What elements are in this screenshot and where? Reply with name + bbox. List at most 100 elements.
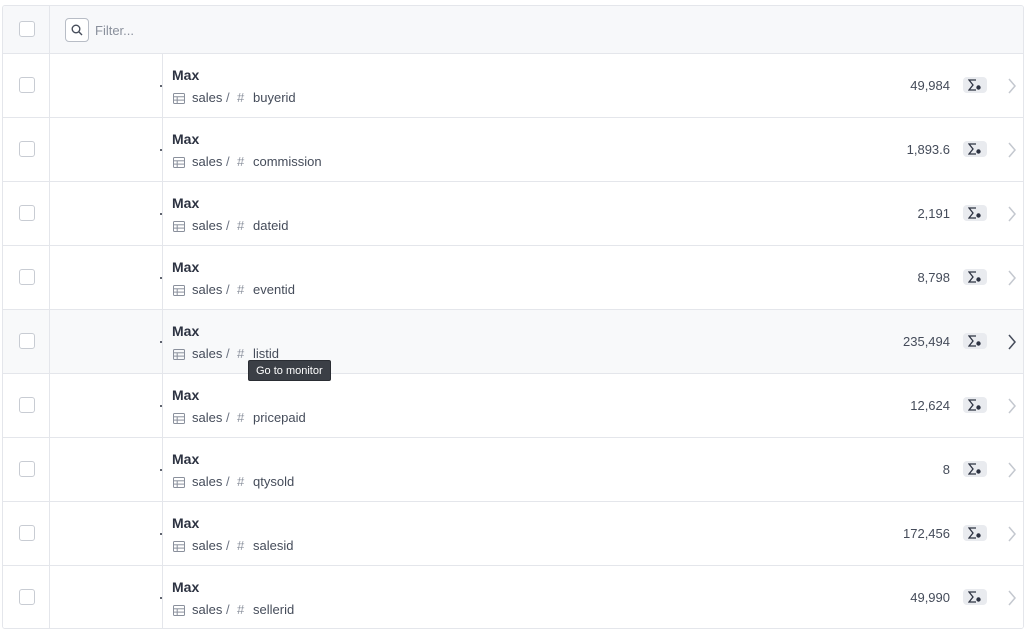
table-row[interactable]: Max sales / # listid 235,494 Go to monit…: [3, 310, 1023, 381]
row-checkbox[interactable]: [19, 333, 35, 349]
column-name: salesid: [253, 538, 294, 553]
metric-value: 235,494: [903, 334, 950, 349]
row-select-cell: [3, 502, 50, 565]
chevron-right-icon[interactable]: [1007, 462, 1017, 483]
metric-title: Max: [172, 195, 200, 211]
table-icon: [173, 540, 185, 555]
metric-title: Max: [172, 387, 200, 403]
table-name: sales: [192, 90, 223, 105]
table-row[interactable]: Max sales / # dateid 2,191: [3, 182, 1023, 246]
filter-input[interactable]: [95, 18, 395, 42]
row-checkbox[interactable]: [19, 397, 35, 413]
chevron-right-icon[interactable]: [1007, 526, 1017, 547]
row-checkbox[interactable]: [19, 525, 35, 541]
sum-monitor-icon[interactable]: [963, 77, 987, 93]
table-header: [3, 6, 1023, 54]
sum-monitor-icon[interactable]: [963, 461, 987, 477]
row-spacer-cell: [50, 438, 163, 501]
select-all-checkbox[interactable]: [19, 21, 35, 37]
table-row[interactable]: Max sales / # salesid 172,456: [3, 502, 1023, 566]
chevron-right-icon[interactable]: [1007, 270, 1017, 291]
row-checkbox[interactable]: [19, 589, 35, 605]
metric-value: 8: [942, 462, 950, 477]
path-separator: /: [226, 154, 230, 169]
row-select-cell: [3, 118, 50, 181]
status-dot: [160, 149, 162, 151]
column-name: pricepaid: [253, 410, 306, 425]
hash-icon: #: [237, 282, 245, 297]
sum-monitor-icon[interactable]: [963, 141, 987, 157]
metric-title: Max: [172, 259, 200, 275]
metric-value: 49,990: [910, 590, 950, 605]
table-row[interactable]: Max sales / # eventid 8,798: [3, 246, 1023, 310]
table-name: sales: [192, 154, 223, 169]
sum-monitor-icon[interactable]: [963, 397, 987, 413]
metric-title: Max: [172, 451, 200, 467]
chevron-right-icon[interactable]: [1007, 78, 1017, 99]
path-separator: /: [226, 90, 230, 105]
chevron-right-icon[interactable]: [1007, 206, 1017, 227]
sum-monitor-icon[interactable]: [963, 589, 987, 605]
hash-icon: #: [237, 538, 245, 553]
table-row[interactable]: Max sales / # buyerid 49,984: [3, 54, 1023, 118]
table-row[interactable]: Max sales / # sellerid 49,990: [3, 566, 1023, 628]
metric-value: 49,984: [910, 78, 950, 93]
header-select-cell: [3, 6, 50, 54]
metric-title: Max: [172, 515, 200, 531]
sum-monitor-icon[interactable]: [963, 205, 987, 221]
status-dot: [160, 277, 162, 279]
path-separator: /: [226, 346, 230, 361]
table-name: sales: [192, 282, 223, 297]
table-row[interactable]: Max sales / # commission 1,893.6: [3, 118, 1023, 182]
table-name: sales: [192, 474, 223, 489]
row-select-cell: [3, 438, 50, 501]
table-name: sales: [192, 538, 223, 553]
table-row[interactable]: Max sales / # pricepaid 12,624: [3, 374, 1023, 438]
status-dot: [160, 341, 162, 343]
status-dot: [160, 85, 162, 87]
row-checkbox[interactable]: [19, 141, 35, 157]
path-separator: /: [226, 410, 230, 425]
row-spacer-cell: [50, 54, 163, 117]
sum-monitor-icon[interactable]: [963, 333, 987, 349]
hash-icon: #: [237, 90, 245, 105]
hash-icon: #: [237, 154, 245, 169]
hash-icon: #: [237, 602, 245, 617]
row-checkbox[interactable]: [19, 77, 35, 93]
table-icon: [173, 92, 185, 107]
status-dot: [160, 469, 162, 471]
row-spacer-cell: [50, 310, 163, 373]
table-icon: [173, 156, 185, 171]
sum-monitor-icon[interactable]: [963, 269, 987, 285]
metric-value: 1,893.6: [906, 142, 950, 157]
metric-title: Max: [172, 131, 200, 147]
column-name: qtysold: [253, 474, 295, 489]
chevron-right-icon[interactable]: [1007, 334, 1017, 355]
hash-icon: #: [237, 474, 245, 489]
row-spacer-cell: [50, 374, 163, 437]
status-dot: [160, 597, 162, 599]
search-icon[interactable]: [65, 18, 89, 42]
row-checkbox[interactable]: [19, 461, 35, 477]
table-row[interactable]: Max sales / # qtysold 8: [3, 438, 1023, 502]
chevron-right-icon[interactable]: [1007, 398, 1017, 419]
table-icon: [173, 220, 185, 235]
path-separator: /: [226, 538, 230, 553]
row-checkbox[interactable]: [19, 205, 35, 221]
path-separator: /: [226, 474, 230, 489]
metric-title: Max: [172, 579, 200, 595]
chevron-right-icon[interactable]: [1007, 142, 1017, 163]
status-dot: [160, 405, 162, 407]
go-to-monitor-tooltip: Go to monitor: [248, 360, 331, 381]
path-separator: /: [226, 282, 230, 297]
sum-monitor-icon[interactable]: [963, 525, 987, 541]
chevron-right-icon[interactable]: [1007, 590, 1017, 611]
row-select-cell: [3, 54, 50, 117]
row-select-cell: [3, 182, 50, 245]
row-spacer-cell: [50, 182, 163, 245]
metric-value: 12,624: [910, 398, 950, 413]
path-separator: /: [226, 602, 230, 617]
row-checkbox[interactable]: [19, 269, 35, 285]
metric-title: Max: [172, 323, 200, 339]
table-icon: [173, 476, 185, 491]
